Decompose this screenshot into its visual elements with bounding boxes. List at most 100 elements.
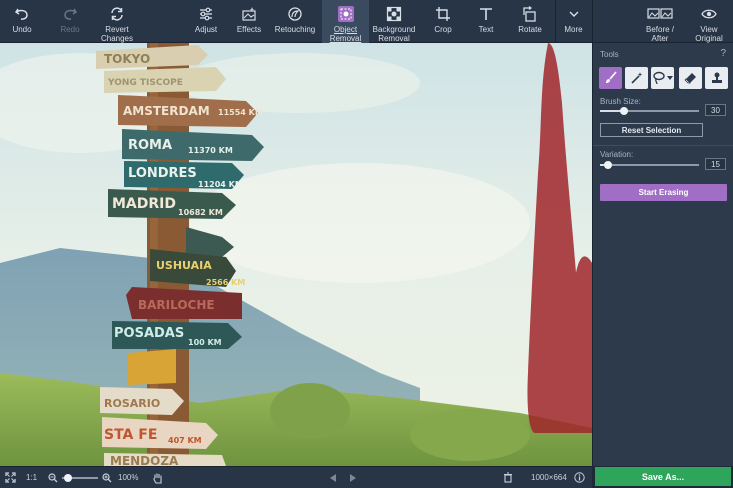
sign-bariloche: BARILOCHE <box>138 298 215 312</box>
revert-changes-button[interactable]: Revert Changes <box>94 0 140 43</box>
crop-icon <box>435 3 451 25</box>
trash-icon <box>504 472 512 483</box>
lasso-icon <box>653 71 665 85</box>
tools-panel: Tools ? Brush Size: 30 Reset Selection V… <box>592 43 733 466</box>
effects-button[interactable]: Effects <box>230 0 268 43</box>
photo-canvas[interactable]: TOKYO YONG TISCOPE AMSTERDAM 11554 KM RO… <box>0 43 592 466</box>
redo-icon <box>62 3 78 25</box>
app-window: Undo Redo RevertChanges Adjust Effects <box>0 0 733 488</box>
text-label: Text <box>478 25 494 34</box>
object-removal-button[interactable]: Object Removal <box>322 0 369 43</box>
sign-ushuaia: USHUAIA <box>156 259 212 272</box>
next-image-button[interactable] <box>348 467 356 488</box>
top-toolbar: Undo Redo RevertChanges Adjust Effects <box>0 0 733 43</box>
background-removal-button[interactable]: Background Removal <box>370 0 418 43</box>
zoom-in-icon <box>102 472 112 482</box>
sign-madrid-km: 10682 KM <box>178 208 223 217</box>
rotate-button[interactable]: Rotate <box>510 0 550 43</box>
sign-roma-km: 11370 KM <box>188 146 233 155</box>
sign-stafe: STA FE <box>104 427 157 443</box>
sign-madrid: MADRID <box>112 196 176 212</box>
view-original-button[interactable]: View Original <box>688 0 730 43</box>
effects-icon <box>241 3 257 25</box>
zoom-out-button[interactable] <box>48 467 58 488</box>
brush-tool-button[interactable] <box>599 67 622 89</box>
sign-roma: ROMA <box>128 138 172 153</box>
image-dimensions: 1000×664 <box>531 473 567 482</box>
hand-tool-button[interactable] <box>152 467 164 488</box>
save-as-button[interactable]: Save As... <box>595 467 731 486</box>
redo-label: Redo <box>60 25 80 34</box>
lasso-tool-button[interactable] <box>651 67 674 89</box>
revert-label-1: Revert <box>105 25 129 34</box>
adjust-button[interactable]: Adjust <box>186 0 226 43</box>
variation-label: Variation: <box>600 150 634 159</box>
zoom-thumb[interactable] <box>64 474 72 482</box>
actual-size-button[interactable]: 1:1 <box>26 467 37 488</box>
brush-size-thumb[interactable] <box>620 107 628 115</box>
retouching-label: Retouching <box>274 25 316 34</box>
fullscreen-button[interactable] <box>5 467 16 488</box>
undo-label: Undo <box>12 25 32 34</box>
object-removal-icon <box>337 3 355 25</box>
reset-selection-button[interactable]: Reset Selection <box>600 123 703 137</box>
dropdown-arrow-icon <box>667 76 673 80</box>
panel-divider <box>593 145 733 146</box>
sign-stafe-km: 407 KM <box>168 436 202 445</box>
delete-button[interactable] <box>503 467 513 488</box>
start-erasing-button[interactable]: Start Erasing <box>600 184 727 201</box>
sign-londres: LONDRES <box>128 166 197 181</box>
triangle-left-icon <box>330 473 336 482</box>
info-icon <box>574 472 585 483</box>
zoom-in-button[interactable] <box>102 467 112 488</box>
view-original-label-2: Original <box>695 34 723 43</box>
before-after-button[interactable]: Before / After <box>637 0 683 43</box>
stamp-icon <box>711 72 722 83</box>
tools-title: Tools <box>600 50 619 59</box>
sign-tokyo: TOKYO <box>104 52 150 66</box>
text-button[interactable]: Text <box>467 0 505 43</box>
variation-slider[interactable] <box>600 161 699 169</box>
before-after-label-2: After <box>651 34 669 43</box>
magic-wand-tool-button[interactable] <box>625 67 648 89</box>
sign-posadas: POSADAS <box>114 326 184 341</box>
brush-size-input[interactable]: 30 <box>705 104 726 116</box>
view-original-label-1: View <box>700 25 718 34</box>
undo-button[interactable]: Undo <box>2 0 42 43</box>
sliders-icon <box>198 3 214 25</box>
sign-amsterdam-km: 11554 KM <box>218 108 263 117</box>
variation-input[interactable]: 15 <box>705 158 726 170</box>
before-after-label-1: Before / <box>645 25 674 34</box>
revert-label-2: Changes <box>100 34 134 43</box>
more-label: More <box>564 25 583 34</box>
help-icon[interactable]: ? <box>720 48 726 59</box>
sign-posadas-km: 100 KM <box>188 338 222 347</box>
fullscreen-icon <box>5 472 16 483</box>
chevron-down-icon <box>568 3 580 25</box>
redo-button[interactable]: Redo <box>50 0 90 43</box>
rotate-icon <box>522 3 538 25</box>
sign-mendoza: MENDOZA <box>110 454 179 466</box>
more-button[interactable]: More <box>556 0 591 43</box>
effects-label: Effects <box>236 25 262 34</box>
background-removal-label-2: Removal <box>378 34 410 43</box>
bottom-bar: 1:1 100% 1000×664 <box>0 466 592 488</box>
hand-icon <box>153 473 162 484</box>
brush-size-slider[interactable] <box>600 107 699 115</box>
zoom-level: 100% <box>118 473 139 482</box>
stamp-tool-button[interactable] <box>705 67 728 89</box>
signpost-photo: TOKYO YONG TISCOPE AMSTERDAM 11554 KM RO… <box>0 43 592 466</box>
eraser-tool-button[interactable] <box>679 67 702 89</box>
crop-button[interactable]: Crop <box>424 0 462 43</box>
info-button[interactable] <box>574 467 585 488</box>
background-removal-icon <box>386 3 402 25</box>
sign-rosario: ROSARIO <box>104 397 160 410</box>
zoom-out-icon <box>48 472 58 482</box>
prev-image-button[interactable] <box>330 467 338 488</box>
retouching-icon <box>287 3 303 25</box>
retouching-button[interactable]: Retouching <box>272 0 318 43</box>
adjust-label: Adjust <box>194 25 218 34</box>
sign-ushuaia-km: 2566 KM <box>206 278 245 287</box>
variation-thumb[interactable] <box>604 161 612 169</box>
sign-londres-km: 11204 KM <box>198 180 243 189</box>
